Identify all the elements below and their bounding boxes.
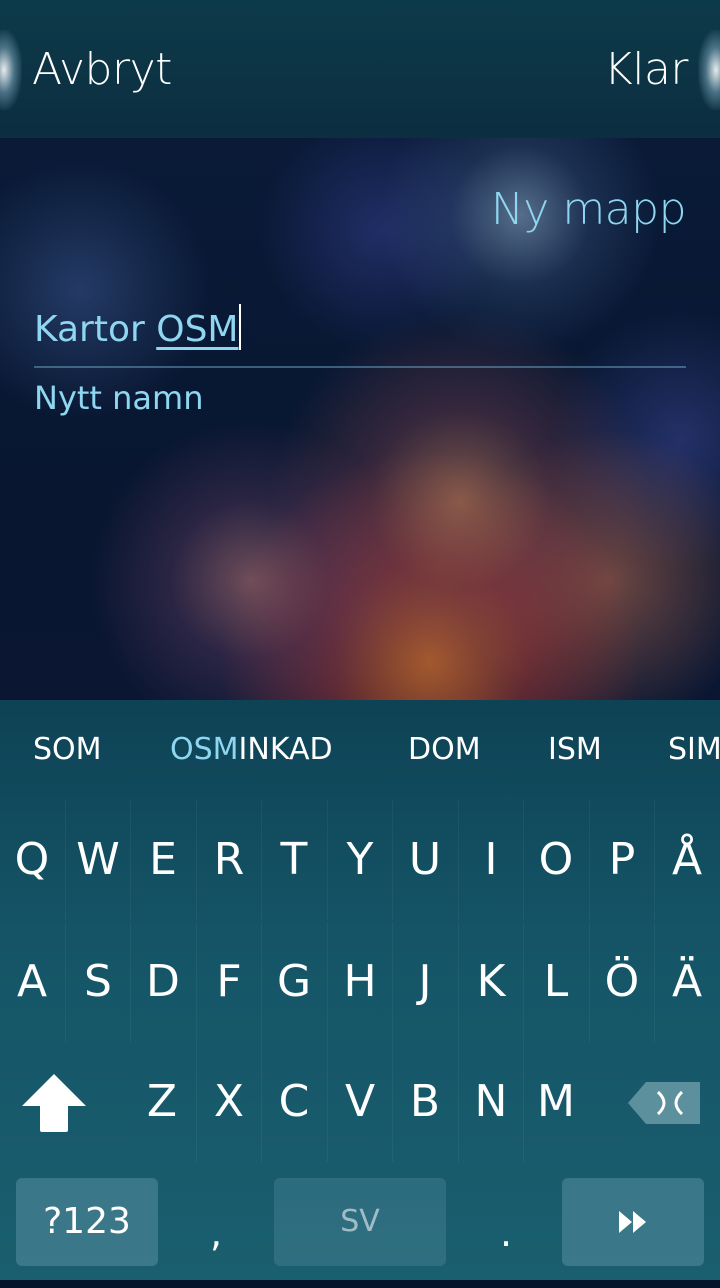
backspace-key[interactable] xyxy=(620,1042,710,1162)
key[interactable]: P xyxy=(589,800,654,920)
symbols-key[interactable]: ?123 xyxy=(16,1178,158,1266)
period-key[interactable]: . xyxy=(476,1178,536,1266)
key-row-1: Q W E R T Y U I O P Å xyxy=(0,800,720,920)
text-caret xyxy=(239,304,242,350)
key-row-2: A S D F G H J K L Ö Ä xyxy=(0,922,720,1042)
key[interactable]: Z xyxy=(130,1042,194,1162)
key[interactable]: Ö xyxy=(589,922,654,1042)
prediction-item[interactable]: ISM xyxy=(548,728,602,772)
key[interactable]: W xyxy=(65,800,130,920)
comma-key[interactable]: , xyxy=(186,1178,246,1266)
prediction-item[interactable]: SIM xyxy=(668,728,720,772)
enter-arrow-icon xyxy=(619,1211,646,1233)
key[interactable]: Ä xyxy=(654,922,719,1042)
virtual-keyboard: SOM OSMINKAD DOM ISM SIM Q W E R T Y U I… xyxy=(0,700,720,1280)
folder-name-field[interactable]: Kartor OSM xyxy=(34,302,686,368)
key[interactable]: V xyxy=(327,1042,392,1162)
key[interactable]: A xyxy=(0,922,64,1042)
key[interactable]: L xyxy=(523,922,588,1042)
key[interactable]: Y xyxy=(327,800,392,920)
key[interactable]: B xyxy=(392,1042,457,1162)
field-composing-text: OSM xyxy=(156,309,239,350)
pulley-glow-right xyxy=(698,30,720,110)
backspace-icon xyxy=(628,1082,700,1124)
key[interactable]: R xyxy=(196,800,261,920)
key[interactable]: H xyxy=(327,922,392,1042)
field-label: Nytt namn xyxy=(34,379,204,417)
pulley-glow-left xyxy=(0,30,22,110)
key[interactable]: X xyxy=(196,1042,261,1162)
key[interactable]: N xyxy=(458,1042,523,1162)
cancel-button[interactable]: Avbryt xyxy=(32,42,172,98)
key[interactable]: D xyxy=(130,922,195,1042)
key[interactable]: M xyxy=(523,1042,588,1162)
field-committed-text: Kartor xyxy=(34,309,157,350)
shift-arrow-icon xyxy=(22,1074,86,1132)
key[interactable]: K xyxy=(458,922,523,1042)
key[interactable]: F xyxy=(196,922,261,1042)
prediction-item[interactable]: OSMINKAD xyxy=(170,728,333,772)
accept-button[interactable]: Klar xyxy=(604,42,689,98)
prediction-item[interactable]: DOM xyxy=(408,728,481,772)
key-row-3: Z X C V B N M xyxy=(0,1042,720,1162)
key[interactable]: T xyxy=(261,800,326,920)
key[interactable]: Q xyxy=(0,800,64,920)
key[interactable]: I xyxy=(458,800,523,920)
space-key[interactable]: SV xyxy=(274,1178,446,1266)
key[interactable]: G xyxy=(261,922,326,1042)
key-row-bottom: ?123 , SV . xyxy=(0,1160,720,1280)
page-title: Ny mapp xyxy=(490,184,687,235)
prediction-item[interactable]: SOM xyxy=(33,728,102,772)
dialog-header: Avbryt Klar xyxy=(0,0,720,138)
key[interactable]: S xyxy=(65,922,130,1042)
key[interactable]: C xyxy=(261,1042,326,1162)
key[interactable]: Å xyxy=(654,800,719,920)
key[interactable]: E xyxy=(130,800,195,920)
enter-key[interactable] xyxy=(562,1178,704,1266)
shift-key[interactable] xyxy=(14,1042,94,1162)
key[interactable]: U xyxy=(392,800,457,920)
key[interactable]: J xyxy=(392,922,457,1042)
key[interactable]: O xyxy=(523,800,588,920)
prediction-bar: SOM OSMINKAD DOM ISM SIM xyxy=(0,700,720,800)
